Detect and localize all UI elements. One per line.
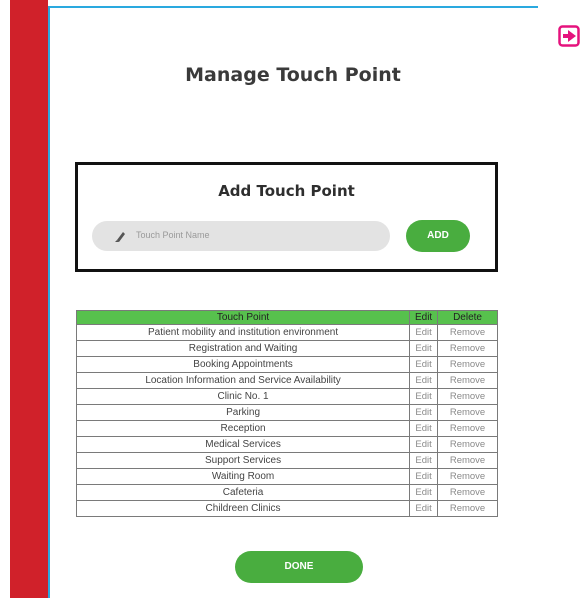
- remove-link[interactable]: Remove: [437, 420, 498, 437]
- edit-link[interactable]: Edit: [409, 468, 439, 485]
- remove-link[interactable]: Remove: [437, 452, 498, 469]
- touch-point-name: Booking Appointments: [75, 356, 411, 373]
- remove-link[interactable]: Remove: [437, 356, 498, 373]
- table-row: Cafeteria Edit Remove: [75, 484, 498, 501]
- remove-link[interactable]: Remove: [437, 468, 498, 485]
- table-row: Booking Appointments Edit Remove: [75, 356, 498, 373]
- table-row: Parking Edit Remove: [75, 404, 498, 421]
- edit-link[interactable]: Edit: [409, 500, 439, 517]
- edit-link[interactable]: Edit: [409, 436, 439, 453]
- table-row: Childreen Clinics Edit Remove: [75, 500, 498, 517]
- edit-link[interactable]: Edit: [409, 372, 439, 389]
- header-delete: Delete: [437, 310, 498, 325]
- touch-point-name: Cafeteria: [75, 484, 411, 501]
- touch-point-name-input[interactable]: Touch Point Name: [92, 221, 390, 251]
- remove-link[interactable]: Remove: [437, 340, 498, 357]
- edit-link[interactable]: Edit: [409, 420, 439, 437]
- header-edit: Edit: [409, 310, 439, 325]
- table-row: Waiting Room Edit Remove: [75, 468, 498, 485]
- table-row: Reception Edit Remove: [75, 420, 498, 437]
- remove-link[interactable]: Remove: [437, 324, 498, 341]
- remove-link[interactable]: Remove: [437, 436, 498, 453]
- edit-link[interactable]: Edit: [409, 356, 439, 373]
- edit-link[interactable]: Edit: [409, 324, 439, 341]
- add-button[interactable]: ADD: [406, 220, 470, 252]
- edit-link[interactable]: Edit: [409, 340, 439, 357]
- table-row: Registration and Waiting Edit Remove: [75, 340, 498, 357]
- remove-link[interactable]: Remove: [437, 388, 498, 405]
- add-touch-point-panel: Add Touch Point Touch Point Name ADD: [75, 162, 498, 272]
- touch-point-name: Support Services: [75, 452, 411, 469]
- remove-link[interactable]: Remove: [437, 404, 498, 421]
- remove-link[interactable]: Remove: [437, 372, 498, 389]
- touch-point-name: Patient mobility and institution environ…: [75, 324, 411, 341]
- table-row: Support Services Edit Remove: [75, 452, 498, 469]
- touch-point-table: Touch Point Edit Delete Patient mobility…: [75, 310, 498, 517]
- remove-link[interactable]: Remove: [437, 500, 498, 517]
- pencil-icon: [115, 232, 125, 242]
- add-panel-title: Add Touch Point: [218, 182, 355, 200]
- touch-point-name: Clinic No. 1: [75, 388, 411, 405]
- table-row: Patient mobility and institution environ…: [75, 324, 498, 341]
- touch-point-name: Childreen Clinics: [75, 500, 411, 517]
- remove-link[interactable]: Remove: [437, 484, 498, 501]
- table-row: Location Information and Service Availab…: [75, 372, 498, 389]
- touch-point-name: Location Information and Service Availab…: [75, 372, 411, 389]
- edit-link[interactable]: Edit: [409, 484, 439, 501]
- sidebar-strip: [10, 0, 48, 598]
- sign-out-icon[interactable]: [558, 25, 580, 47]
- page-title: Manage Touch Point: [185, 64, 401, 86]
- touch-point-name: Parking: [75, 404, 411, 421]
- done-button[interactable]: DONE: [235, 551, 363, 583]
- header-touch-point: Touch Point: [75, 310, 411, 325]
- table-row: Clinic No. 1 Edit Remove: [75, 388, 498, 405]
- input-placeholder: Touch Point Name: [136, 230, 210, 240]
- edit-link[interactable]: Edit: [409, 452, 439, 469]
- touch-point-name: Waiting Room: [75, 468, 411, 485]
- touch-point-name: Medical Services: [75, 436, 411, 453]
- table-row: Medical Services Edit Remove: [75, 436, 498, 453]
- edit-link[interactable]: Edit: [409, 388, 439, 405]
- touch-point-name: Registration and Waiting: [75, 340, 411, 357]
- touch-point-name: Reception: [75, 420, 411, 437]
- edit-link[interactable]: Edit: [409, 404, 439, 421]
- table-header-row: Touch Point Edit Delete: [75, 310, 498, 325]
